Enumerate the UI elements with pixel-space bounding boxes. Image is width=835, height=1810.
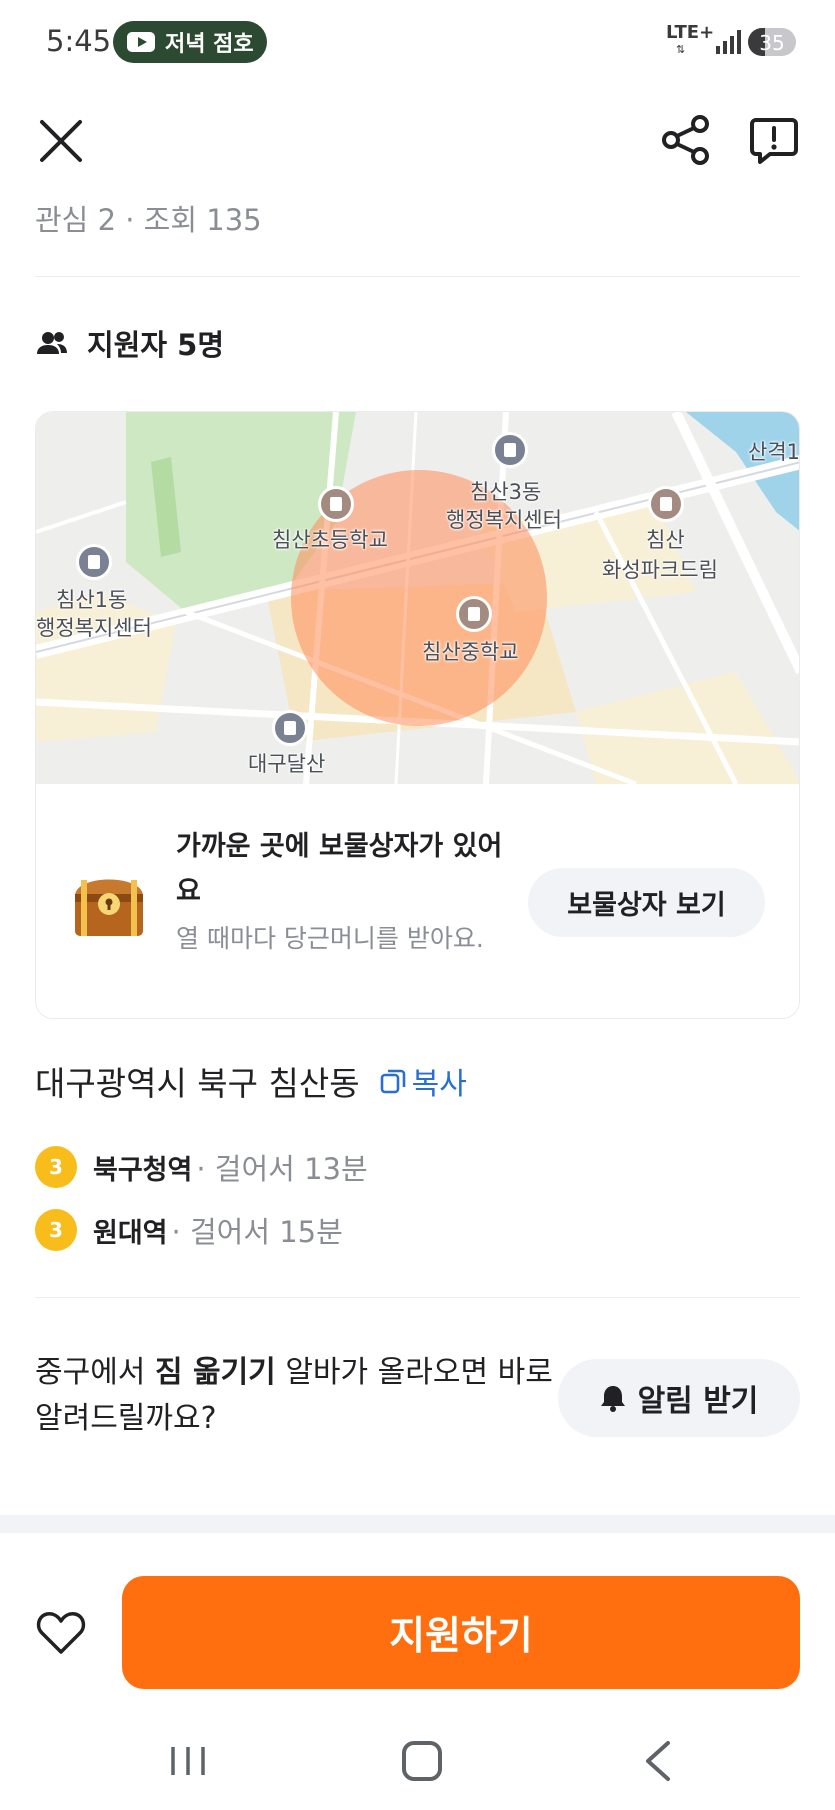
system-nav-bar bbox=[0, 1723, 835, 1810]
map-label: 산격1 bbox=[748, 440, 800, 464]
map-label: 침산1동 bbox=[56, 588, 128, 612]
address-row: 대구광역시 북구 침산동 복사 bbox=[35, 1057, 467, 1105]
apartment-poi-icon[interactable] bbox=[648, 486, 684, 522]
youtube-icon bbox=[127, 32, 155, 52]
map-label: 행정복지센터 bbox=[36, 616, 152, 640]
copy-icon bbox=[380, 1069, 405, 1094]
alert-keyword: 짐 옮기기 bbox=[154, 1355, 276, 1390]
map-label: 침산초등학교 bbox=[272, 528, 388, 552]
subway-line-badge: 3 bbox=[35, 1146, 77, 1188]
station-name: 원대역 bbox=[93, 1217, 168, 1249]
map-label: 화성파크드림 bbox=[602, 558, 718, 582]
view-treasure-button[interactable]: 보물상자 보기 bbox=[528, 868, 765, 937]
map-label: 대구달산 bbox=[248, 752, 326, 776]
section-separator bbox=[0, 1515, 835, 1533]
applicants-section: 지원자 5명 bbox=[35, 322, 224, 364]
map-label: 침산 bbox=[646, 528, 685, 552]
school-poi-icon[interactable] bbox=[318, 486, 354, 522]
get-alert-button[interactable]: 알림 받기 bbox=[558, 1359, 800, 1437]
subway-line-badge: 3 bbox=[35, 1209, 77, 1251]
recent-apps-icon[interactable] bbox=[168, 1743, 208, 1779]
treasure-description: 열 때마다 당근머니를 받아요. bbox=[176, 924, 484, 953]
bottom-action-bar: 지원하기 bbox=[0, 1533, 835, 1723]
close-icon[interactable] bbox=[36, 116, 86, 166]
battery-level: 35 bbox=[759, 31, 785, 55]
treasure-title: 가까운 곳에 보물상자가 있어요 bbox=[176, 831, 503, 907]
home-icon[interactable] bbox=[402, 1741, 442, 1781]
station-walk-time: · 걸어서 15분 bbox=[171, 1215, 343, 1249]
copy-label: 복사 bbox=[411, 1067, 467, 1102]
map-card: 산격1 침산3동 행정복지센터 침산초등학교 침산 화성파크드림 침산1동 행정… bbox=[35, 411, 800, 1019]
view-stats: 관심 2 · 조회 135 bbox=[35, 203, 262, 237]
school-poi-icon[interactable] bbox=[272, 710, 308, 746]
map-label: 행정복지센터 bbox=[446, 508, 562, 532]
data-arrows-icon: ⇅ bbox=[676, 43, 686, 56]
station-walk-time: · 걸어서 13분 bbox=[196, 1152, 368, 1186]
station-name: 북구청역 bbox=[93, 1154, 193, 1186]
map-background bbox=[36, 412, 799, 787]
people-icon bbox=[37, 332, 67, 354]
signal-icon bbox=[716, 30, 742, 54]
location-map[interactable]: 산격1 침산3동 행정복지센터 침산초등학교 침산 화성파크드림 침산1동 행정… bbox=[36, 412, 800, 787]
divider bbox=[35, 276, 800, 277]
get-alert-label: 알림 받기 bbox=[637, 1384, 759, 1419]
status-bar: 5:45 저녁 점호 LTE+ ⇅ 35 bbox=[0, 0, 835, 84]
media-pill[interactable]: 저녁 점호 bbox=[113, 21, 267, 63]
heart-icon[interactable] bbox=[36, 1610, 86, 1656]
apply-button[interactable]: 지원하기 bbox=[122, 1576, 800, 1689]
applicants-count: 지원자 5명 bbox=[87, 328, 224, 362]
treasure-banner: 가까운 곳에 보물상자가 있어요 열 때마다 당근머니를 받아요. 보물상자 보… bbox=[36, 784, 799, 1018]
treasure-chest-icon bbox=[75, 879, 143, 936]
divider bbox=[35, 1297, 800, 1298]
station-item: 3 원대역 · 걸어서 15분 bbox=[35, 1209, 343, 1251]
status-time: 5:45 bbox=[46, 24, 112, 58]
report-icon[interactable] bbox=[748, 114, 800, 166]
share-icon[interactable] bbox=[660, 114, 712, 166]
government-poi-icon[interactable] bbox=[76, 544, 112, 580]
bell-icon bbox=[600, 1386, 625, 1412]
copy-address-button[interactable]: 복사 bbox=[380, 1059, 467, 1103]
school-poi-icon[interactable] bbox=[456, 596, 492, 632]
battery-icon: 35 bbox=[748, 28, 796, 56]
address-text: 대구광역시 북구 침산동 bbox=[35, 1064, 360, 1103]
station-item: 3 북구청역 · 걸어서 13분 bbox=[35, 1146, 368, 1188]
network-type: LTE+ bbox=[666, 22, 715, 43]
media-label: 저녁 점호 bbox=[165, 32, 254, 57]
job-alert-prompt: 중구에서 짐 옮기기 알바가 올라오면 바로 알려드릴까요? bbox=[35, 1350, 555, 1442]
map-label: 침산중학교 bbox=[422, 640, 519, 664]
back-icon[interactable] bbox=[640, 1739, 676, 1783]
government-poi-icon[interactable] bbox=[492, 432, 528, 468]
alert-prefix: 중구에서 bbox=[35, 1355, 155, 1390]
map-label: 침산3동 bbox=[470, 480, 542, 504]
